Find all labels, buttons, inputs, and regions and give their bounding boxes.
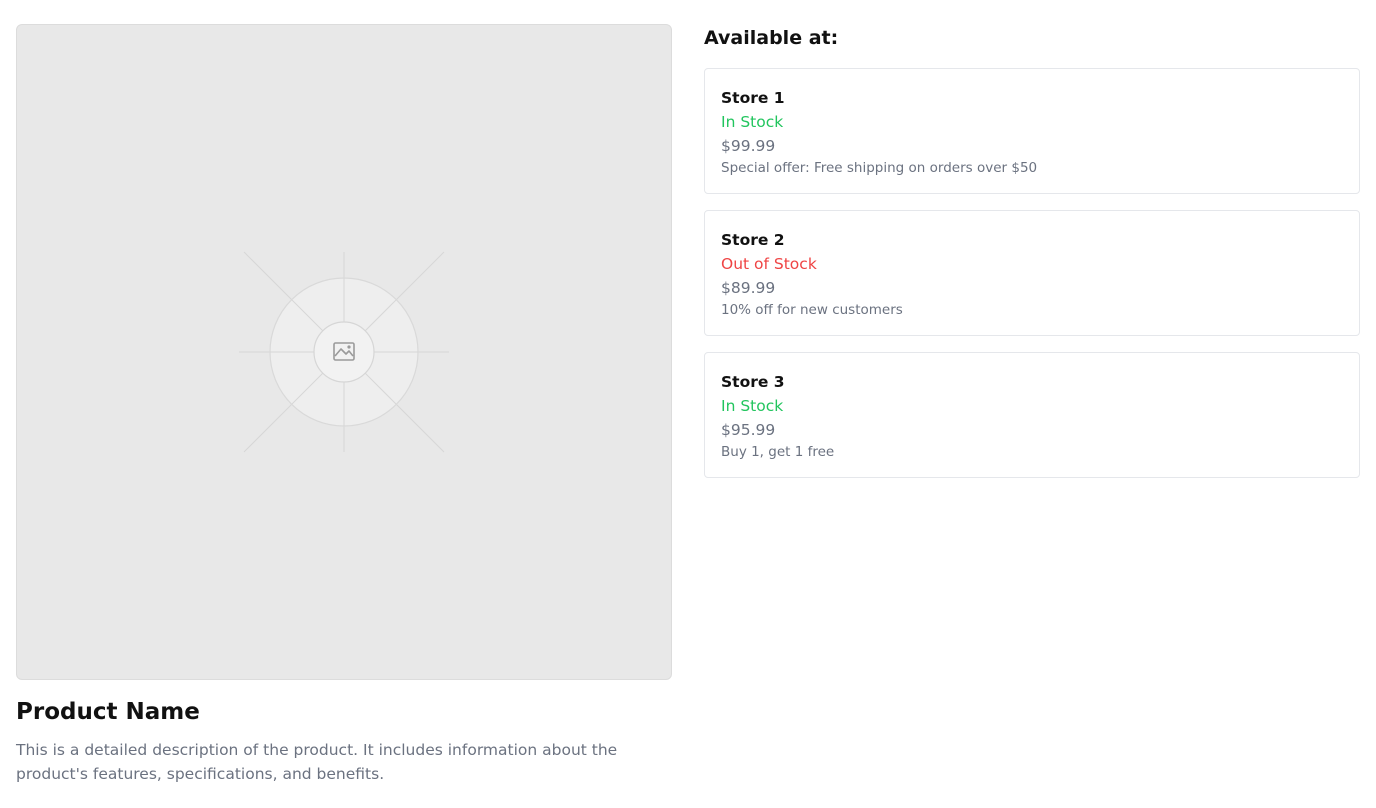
store-price: $99.99 (721, 137, 776, 155)
image-placeholder-icon (239, 251, 449, 453)
store-name: Store 1 (721, 89, 785, 107)
product-page: Product Name This is a detailed descript… (0, 0, 1376, 808)
store-card-3[interactable]: Store 3 In Stock $95.99 Buy 1, get 1 fre… (704, 352, 1360, 478)
availability-heading: Available at: (704, 27, 839, 49)
store-price: $89.99 (721, 279, 776, 297)
product-title: Product Name (16, 699, 200, 725)
store-name: Store 3 (721, 373, 785, 391)
stock-status: Out of Stock (721, 255, 817, 273)
stock-status: In Stock (721, 397, 784, 415)
store-list: Store 1 In Stock $99.99 Special offer: F… (704, 68, 1360, 478)
stock-status: In Stock (721, 113, 784, 131)
store-price: $95.99 (721, 421, 776, 439)
store-card-2[interactable]: Store 2 Out of Stock $89.99 10% off for … (704, 210, 1360, 336)
store-offer: Buy 1, get 1 free (721, 444, 835, 460)
product-image-placeholder (16, 24, 672, 680)
store-offer: 10% off for new customers (721, 302, 903, 318)
product-column: Product Name This is a detailed descript… (16, 24, 672, 786)
availability-column: Available at: Store 1 In Stock $99.99 Sp… (704, 24, 1360, 494)
store-card-1[interactable]: Store 1 In Stock $99.99 Special offer: F… (704, 68, 1360, 194)
store-offer: Special offer: Free shipping on orders o… (721, 160, 1038, 176)
product-description: This is a detailed description of the pr… (16, 741, 618, 783)
store-name: Store 2 (721, 231, 785, 249)
